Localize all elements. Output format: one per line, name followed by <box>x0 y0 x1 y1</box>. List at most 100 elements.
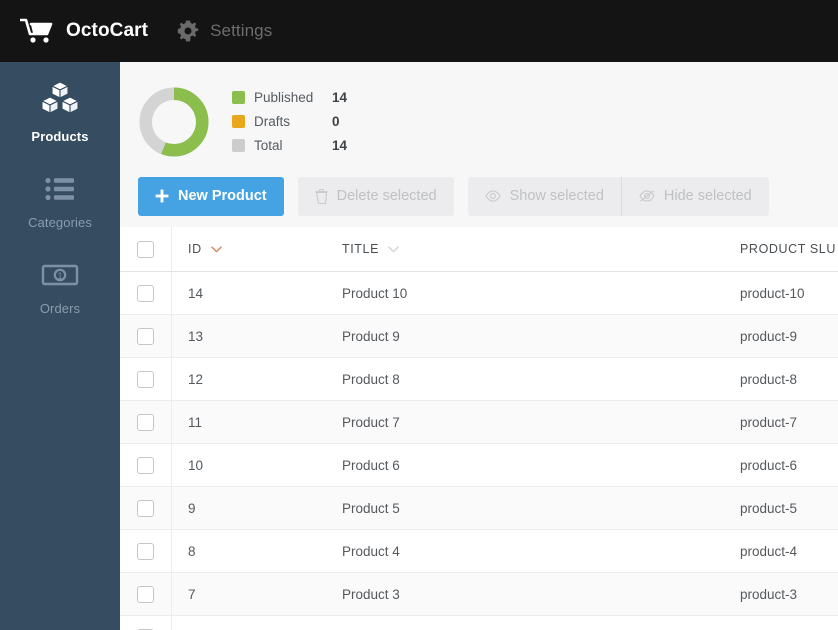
table-row[interactable]: 10 Product 6 product-6 <box>120 444 838 487</box>
hide-selected-button[interactable]: Hide selected <box>620 176 769 216</box>
legend-value-drafts: 0 <box>332 114 340 129</box>
table-row[interactable]: 11 Product 7 product-7 <box>120 401 838 444</box>
sidebar-label-orders: Orders <box>39 301 81 316</box>
brand-logo[interactable]: OctoCart <box>19 0 149 62</box>
table-row[interactable]: 9 Product 5 product-5 <box>120 487 838 530</box>
stats-panel: Published 14 Drafts 0 Total 14 <box>120 62 838 165</box>
sidebar-item-products[interactable]: Products <box>0 62 120 158</box>
visibility-button-group: Show selected Hide selected <box>467 176 769 216</box>
cell-slug: product-10 <box>740 285 805 301</box>
sidebar-item-orders[interactable]: 1 Orders <box>0 244 120 330</box>
legend-label-total: Total <box>254 138 283 153</box>
sidebar-label-categories: Categories <box>28 215 92 230</box>
legend-row-drafts: Drafts 0 <box>232 110 347 134</box>
legend-swatch-total <box>232 139 245 152</box>
cell-slug: product-4 <box>740 543 798 559</box>
row-select-cell <box>120 315 172 357</box>
topnav-item-settings[interactable]: Settings <box>176 0 272 62</box>
chevron-down-icon <box>210 245 222 253</box>
row-checkbox[interactable] <box>137 284 154 302</box>
cell-id: 9 <box>188 500 196 516</box>
cell-slug: product-6 <box>740 457 798 473</box>
cell-title: Product 3 <box>342 586 400 602</box>
cell-slug: product-7 <box>740 414 798 430</box>
table-row-partial[interactable] <box>120 616 838 630</box>
cell-id: 10 <box>188 457 204 473</box>
row-checkbox[interactable] <box>137 327 154 345</box>
column-header-id-label: ID <box>188 242 202 256</box>
plus-icon <box>155 189 169 203</box>
row-checkbox[interactable] <box>137 499 154 517</box>
gear-icon <box>176 19 200 43</box>
cell-title: Product 5 <box>342 500 400 516</box>
new-product-label: New Product <box>178 188 267 204</box>
sidebar: Products Categories 1 Orders <box>0 62 120 630</box>
row-checkbox[interactable] <box>137 585 154 603</box>
row-select-cell <box>120 358 172 400</box>
select-all-checkbox[interactable] <box>137 240 154 258</box>
delete-selected-label: Delete selected <box>336 188 437 204</box>
legend-row-published: Published 14 <box>232 86 347 110</box>
sidebar-label-products: Products <box>31 129 89 144</box>
cell-id: 13 <box>188 328 204 344</box>
cell-slug: product-8 <box>740 371 798 387</box>
legend-value-total: 14 <box>332 138 348 153</box>
table-row[interactable]: 12 Product 8 product-8 <box>120 358 838 401</box>
row-select-cell <box>120 272 172 314</box>
cell-title: Product 7 <box>342 414 400 430</box>
header-select-all-cell <box>120 227 172 271</box>
cell-title: Product 4 <box>342 543 400 559</box>
cell-title: Product 10 <box>342 285 408 301</box>
cell-slug: product-3 <box>740 586 798 602</box>
row-select-cell <box>120 444 172 486</box>
column-header-title[interactable]: TITLE <box>342 242 740 256</box>
content-area: Published 14 Drafts 0 Total 14 New Produ… <box>120 62 838 630</box>
cell-id: 7 <box>188 586 196 602</box>
products-donut-chart <box>138 86 210 158</box>
legend-label-drafts: Drafts <box>254 114 291 129</box>
row-checkbox[interactable] <box>137 456 154 474</box>
legend-swatch-published <box>232 91 245 104</box>
new-product-button[interactable]: New Product <box>138 176 284 216</box>
column-header-id[interactable]: ID <box>172 242 342 256</box>
eye-slash-icon <box>639 190 655 202</box>
cell-title: Product 9 <box>342 328 400 344</box>
row-checkbox[interactable] <box>137 370 154 388</box>
cell-slug: product-9 <box>740 328 798 344</box>
topnav-label-settings: Settings <box>210 21 273 40</box>
cell-id: 11 <box>188 414 203 430</box>
row-checkbox[interactable] <box>137 542 154 560</box>
donut-hole <box>152 99 196 144</box>
cell-title: Product 6 <box>342 457 400 473</box>
table-row[interactable]: 14 Product 10 product-10 <box>120 272 838 315</box>
table-row[interactable]: 7 Product 3 product-3 <box>120 573 838 616</box>
sidebar-item-categories[interactable]: Categories <box>0 158 120 244</box>
banknote-icon: 1 <box>0 262 120 293</box>
eye-icon <box>484 190 501 202</box>
stats-legend: Published 14 Drafts 0 Total 14 <box>232 86 347 158</box>
legend-row-total: Total 14 <box>232 134 347 158</box>
column-header-title-label: TITLE <box>342 242 380 256</box>
topbar: OctoCart Settings <box>0 0 838 62</box>
row-select-cell <box>120 530 172 572</box>
row-checkbox[interactable] <box>137 413 154 431</box>
legend-label-published: Published <box>254 90 314 105</box>
brand-name: OctoCart <box>66 20 149 41</box>
trash-icon <box>315 188 328 204</box>
column-header-slug[interactable]: PRODUCT SLU <box>740 242 838 256</box>
list-icon <box>0 176 120 207</box>
cell-title: Product 8 <box>342 371 400 387</box>
cell-slug: product-5 <box>740 500 798 516</box>
delete-selected-button[interactable]: Delete selected <box>297 176 454 216</box>
table-row[interactable]: 8 Product 4 product-4 <box>120 530 838 573</box>
cubes-icon <box>0 80 120 121</box>
hide-selected-label: Hide selected <box>663 188 752 204</box>
table-row[interactable]: 13 Product 9 product-9 <box>120 315 838 358</box>
show-selected-label: Show selected <box>509 188 604 204</box>
products-table: ID TITLE PRODUCT SLU 14 Product 10 produ… <box>120 227 838 630</box>
column-header-slug-label: PRODUCT SLU <box>740 242 836 256</box>
row-select-cell <box>120 573 172 615</box>
show-selected-button[interactable]: Show selected <box>467 176 621 216</box>
table-header-row: ID TITLE PRODUCT SLU <box>120 227 838 272</box>
chevron-down-icon <box>388 245 399 253</box>
